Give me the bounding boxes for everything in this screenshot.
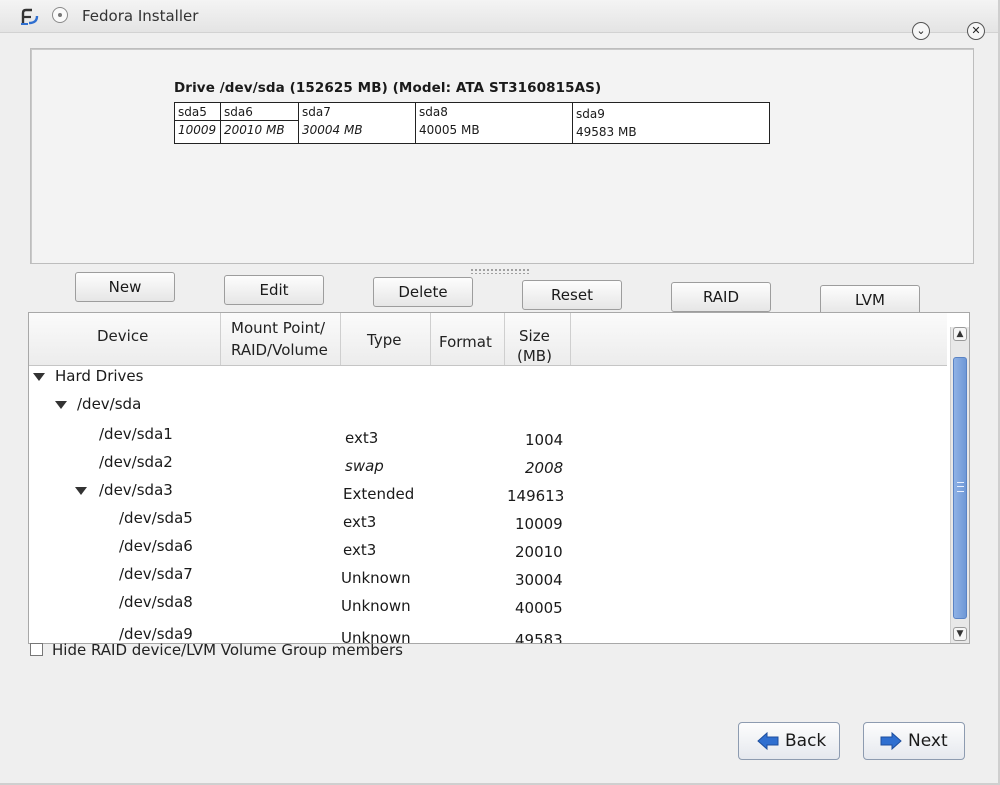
tree-cell-device: /dev/sda1: [99, 425, 173, 443]
scroll-down-icon[interactable]: ▼: [953, 627, 967, 641]
tree-cell-type: Unknown: [341, 597, 411, 615]
tree-cell-size: 30004: [515, 571, 563, 589]
tree-cell-type: Unknown: [341, 569, 411, 587]
fedora-logo-icon: [21, 8, 39, 25]
reset-button[interactable]: Reset: [522, 280, 622, 310]
expander-down-icon[interactable]: [55, 401, 67, 409]
partition-block-sda6[interactable]: sda6 20010 MB: [221, 103, 299, 143]
tree-cell-size: 40005: [515, 599, 563, 617]
tree-cell-size: 10009: [515, 515, 563, 533]
expander-down-icon[interactable]: [75, 487, 87, 495]
tree-cell-size: 2008: [525, 459, 564, 477]
back-button-label: Back: [785, 731, 827, 751]
tree-cell-device: /dev/sda3: [99, 481, 173, 499]
partition-name: sda5: [178, 105, 207, 119]
drive-partition-bar: sda5 10009 MB sda6 20010 MB sda7 30004 M…: [174, 102, 770, 144]
tree-cell-type: ext3: [343, 513, 377, 531]
tree-cell-type: ext3: [345, 429, 379, 447]
tree-cell-size: 20010: [515, 543, 563, 561]
partition-block-sda8[interactable]: sda8 40005 MB: [416, 103, 573, 143]
tree-row-sda2[interactable]: /dev/sda2 swap 2008: [29, 453, 947, 479]
tree-row-sda[interactable]: /dev/sda: [29, 395, 947, 421]
hide-members-label: Hide RAID device/LVM Volume Group member…: [52, 641, 403, 659]
partition-name: sda9: [576, 107, 605, 121]
next-button-label: Next: [908, 731, 948, 751]
vertical-scrollbar[interactable]: ▲ ▼: [950, 327, 969, 643]
tree-row-sda5[interactable]: /dev/sda5 ext3 10009: [29, 509, 947, 535]
column-header-device[interactable]: Device: [29, 313, 221, 365]
pane-resize-handle[interactable]: [470, 268, 530, 274]
title-bar: Fedora Installer ⌄ ✕: [0, 0, 998, 40]
raid-button[interactable]: RAID: [671, 282, 771, 312]
tree-cell-device: /dev/sda7: [119, 565, 193, 583]
partition-block-sda9[interactable]: sda9 49583 MB: [573, 103, 769, 143]
column-header-format[interactable]: Format: [431, 313, 505, 365]
chevron-down-icon[interactable]: ⌄: [912, 22, 930, 40]
tree-cell-type: ext3: [343, 541, 377, 559]
tree-row-sda8[interactable]: /dev/sda8 Unknown 40005: [29, 593, 947, 619]
tree-row-sda3[interactable]: /dev/sda3 Extended 149613: [29, 481, 947, 507]
arrow-right-icon: [880, 731, 902, 751]
partition-block-sda7[interactable]: sda7 30004 MB: [299, 103, 416, 143]
column-header-mount-point[interactable]: Mount Point/ RAID/Volume: [221, 313, 341, 365]
scroll-up-icon[interactable]: ▲: [953, 327, 967, 341]
partition-block-sda5[interactable]: sda5 10009 MB: [175, 103, 221, 143]
tree-cell-device: Hard Drives: [55, 367, 144, 385]
tree-cell-device: /dev/sda6: [119, 537, 193, 555]
tree-row-sda6[interactable]: /dev/sda6 ext3 20010: [29, 537, 947, 563]
back-button[interactable]: Back: [738, 722, 840, 760]
edit-button[interactable]: Edit: [224, 275, 324, 305]
partition-tree[interactable]: Device Mount Point/ RAID/Volume Type For…: [28, 312, 970, 644]
partition-size: 30004 MB: [302, 123, 363, 137]
next-button[interactable]: Next: [863, 722, 965, 760]
partition-name: sda8: [419, 105, 448, 119]
delete-button[interactable]: Delete: [373, 277, 473, 307]
new-button[interactable]: New: [75, 272, 175, 302]
tree-row-sda7[interactable]: /dev/sda7 Unknown 30004: [29, 565, 947, 591]
lvm-button[interactable]: LVM: [820, 285, 920, 315]
tree-cell-device: /dev/sda5: [119, 509, 193, 527]
tree-cell-device: /dev/sda2: [99, 453, 173, 471]
hide-members-checkbox[interactable]: [30, 643, 43, 656]
partition-size: 49583 MB: [576, 125, 637, 139]
arrow-left-icon: [757, 731, 779, 751]
partition-name: sda6: [224, 105, 253, 119]
partition-size: 40005 MB: [419, 123, 480, 137]
tree-row-sda1[interactable]: /dev/sda1 ext3 1004: [29, 425, 947, 451]
window-menu-icon[interactable]: [52, 7, 68, 23]
tree-cell-type: Extended: [343, 485, 415, 503]
tree-cell-device: /dev/sda8: [119, 593, 193, 611]
tree-cell-device: /dev/sda: [77, 395, 142, 413]
window-title: Fedora Installer: [82, 7, 199, 25]
scrollbar-thumb[interactable]: [953, 357, 967, 619]
tree-row-hard-drives[interactable]: Hard Drives: [29, 367, 947, 393]
column-header-size[interactable]: Size (MB): [505, 313, 571, 365]
tree-cell-size: 1004: [525, 431, 564, 449]
installer-window: Fedora Installer ⌄ ✕ Drive /dev/sda (152…: [0, 0, 1000, 785]
tree-header: Device Mount Point/ RAID/Volume Type For…: [29, 313, 947, 366]
column-header-type[interactable]: Type: [341, 313, 431, 365]
partition-size: 10009 MB: [178, 123, 220, 137]
partition-name: sda7: [302, 105, 331, 119]
drive-title: Drive /dev/sda (152625 MB) (Model: ATA S…: [174, 80, 602, 96]
tree-cell-size: 49583: [515, 631, 563, 644]
expander-down-icon[interactable]: [33, 373, 45, 381]
tree-cell-type: swap: [345, 457, 384, 475]
partition-size: 20010 MB: [224, 123, 285, 137]
tree-cell-size: 149613: [507, 487, 565, 505]
close-icon[interactable]: ✕: [967, 22, 985, 40]
